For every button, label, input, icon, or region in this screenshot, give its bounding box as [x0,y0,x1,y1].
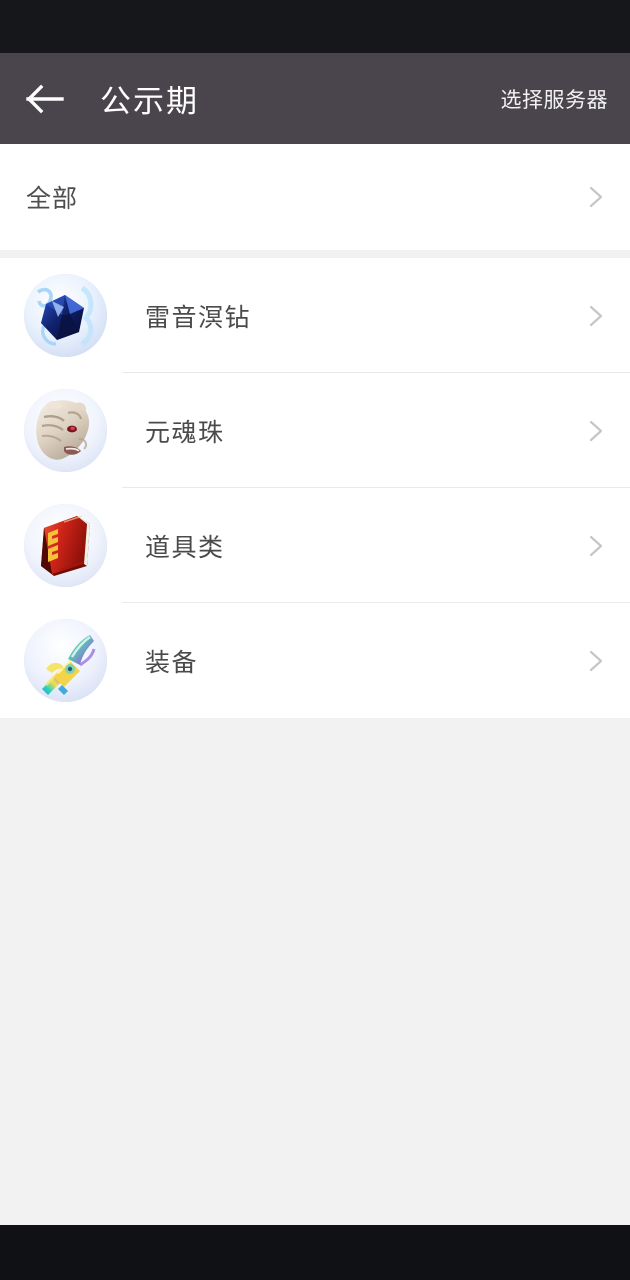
filter-row-all[interactable]: 全部 [0,144,630,250]
back-button[interactable] [0,53,92,144]
chevron-right-icon [582,648,608,674]
chevron-right-icon [582,418,608,444]
status-bar [0,0,630,53]
list-item[interactable]: 元魂珠 [0,373,630,488]
list-item-label: 元魂珠 [145,418,225,447]
category-list: 雷音溟钻 元魂珠 道具类 装备 [0,258,630,718]
list-item[interactable]: 雷音溟钻 [0,258,630,373]
app-header: 公示期 选择服务器 [0,53,630,144]
phone-screen: 公示期 选择服务器 全部 雷音溟钻 元魂珠 道具类 装备 [0,0,630,1280]
list-item-label: 装备 [145,648,199,677]
content-area: 全部 雷音溟钻 元魂珠 道具类 装备 [0,144,630,1225]
list-item[interactable]: 道具类 [0,488,630,603]
select-server-button[interactable]: 选择服务器 [501,84,609,114]
section-gap [0,250,630,258]
blue-gem-icon [24,274,107,357]
red-book-icon [24,504,107,587]
list-item-label: 道具类 [145,533,225,562]
chevron-right-icon [582,303,608,329]
list-item-label: 雷音溟钻 [145,303,252,332]
rainbow-axe-icon [24,619,107,702]
tiger-head-icon [24,389,107,472]
page-title: 公示期 [100,84,199,119]
chevron-right-icon [582,533,608,559]
filter-label: 全部 [26,185,79,213]
filter-card: 全部 [0,144,630,250]
chevron-right-icon [582,184,608,210]
list-item[interactable]: 装备 [0,603,630,718]
system-navigation-bar [0,1225,630,1280]
arrow-left-icon [26,84,66,114]
